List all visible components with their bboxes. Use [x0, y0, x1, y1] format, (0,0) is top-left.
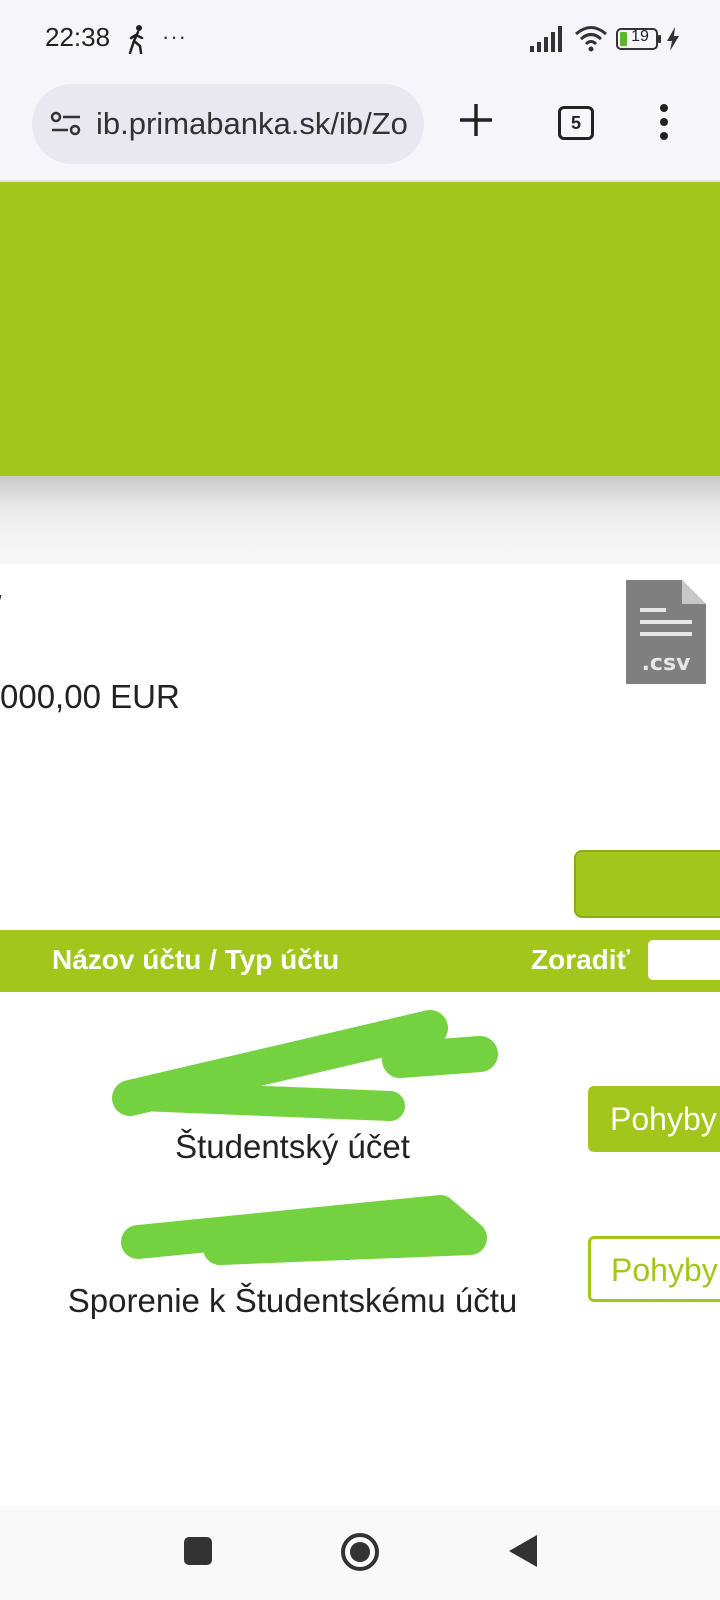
account-type: Sporenie k Študentskému účtu — [67, 1282, 518, 1319]
banner-shadow — [0, 476, 720, 564]
status-time: 22:38 — [45, 22, 111, 52]
recents-icon[interactable] — [183, 1536, 213, 1566]
sort-label: Zoradiť — [531, 944, 630, 975]
url-text[interactable]: ib.primabanka.sk/ib/Zo — [96, 106, 412, 142]
pohyby-button[interactable]: Pohyby — [588, 1086, 720, 1152]
overflow-menu-icon[interactable] — [658, 102, 670, 142]
pohyby-button[interactable]: Pohyby — [588, 1236, 720, 1302]
signal-icon — [530, 26, 562, 52]
sort-select[interactable] — [648, 940, 720, 980]
redaction-scribble — [121, 1195, 487, 1265]
walk-icon — [128, 25, 144, 54]
more-dots-icon: ··· — [162, 24, 187, 49]
address-bar[interactable]: ib.primabanka.sk/ib/Zo — [32, 84, 424, 164]
partial-action-button[interactable] — [574, 850, 720, 918]
svg-text:.csv: .csv — [642, 651, 691, 676]
new-tab-plus-icon[interactable] — [456, 100, 496, 140]
home-icon[interactable] — [340, 1532, 380, 1572]
system-navigation-bar — [0, 1506, 720, 1600]
tabs-icon[interactable]: 5 — [558, 106, 594, 140]
page: 22:38 ··· 19 ib.primabanka.sk/ib/Zo 5 00… — [0, 0, 720, 1600]
balance-amount: 000,00 EUR — [0, 678, 180, 715]
table-row: u Študentský účet Pohyby — [0, 1010, 720, 1165]
status-bar: 22:38 ··· 19 — [0, 0, 720, 78]
table-header: Názov účtu / Typ účtu Zoradiť — [0, 930, 720, 992]
battery-level: 19 — [631, 28, 649, 45]
browser-toolbar: ib.primabanka.sk/ib/Zo 5 — [0, 78, 720, 182]
table-row: ávinová Sporenie k Študentskému účtu Poh… — [0, 1160, 720, 1319]
site-settings-icon[interactable] — [50, 110, 82, 138]
partial-label: / — [0, 590, 1, 629]
charging-bolt-icon — [667, 27, 679, 51]
back-icon[interactable] — [508, 1534, 538, 1568]
column-header-account-name: Názov účtu / Typ účtu — [52, 944, 340, 975]
wifi-icon — [575, 26, 607, 52]
csv-file-icon[interactable]: .csv — [626, 580, 706, 684]
header-banner — [0, 182, 720, 476]
